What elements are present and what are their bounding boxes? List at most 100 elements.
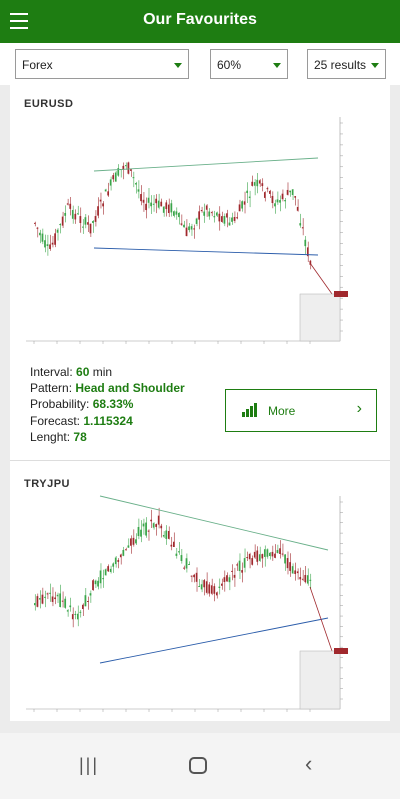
candle-body <box>167 530 170 539</box>
candle-body <box>142 523 145 527</box>
candle-body <box>155 524 158 527</box>
candle-body <box>157 200 160 208</box>
candle-body <box>198 586 200 588</box>
candle-body <box>306 575 309 584</box>
candle-body <box>36 596 39 607</box>
candle-body <box>193 574 195 578</box>
candle-body <box>256 550 259 562</box>
back-icon[interactable]: ‹ <box>305 751 312 777</box>
home-icon[interactable] <box>189 757 207 774</box>
candle-body <box>132 177 135 179</box>
candle-body <box>210 585 213 594</box>
forecast-label: Forecast: <box>30 413 81 428</box>
favourites-list[interactable]: EURUSD Interval: 60 min Pattern: Head an… <box>10 85 390 721</box>
candle-body <box>241 201 243 209</box>
candle-body <box>64 598 67 608</box>
candle-body <box>102 578 104 580</box>
candle-body <box>188 563 190 565</box>
candle-body <box>178 551 180 553</box>
candle-body <box>276 549 279 553</box>
candle-body <box>140 529 142 537</box>
candle-body <box>173 541 175 548</box>
candle-body <box>59 593 61 607</box>
candle-body <box>44 596 46 598</box>
candle-body <box>124 549 127 551</box>
candle-body <box>210 212 213 214</box>
candle-body <box>243 201 246 205</box>
candle-body <box>34 603 36 606</box>
candle-body <box>147 197 150 203</box>
candle-body <box>162 206 165 213</box>
signal-bars-icon <box>242 403 258 417</box>
probability-select[interactable]: 60% <box>210 49 288 79</box>
more-button[interactable]: More › <box>225 389 377 432</box>
candle-body <box>261 554 264 559</box>
candle-body <box>251 181 254 186</box>
candle-body <box>152 523 155 528</box>
candle-body <box>226 575 228 582</box>
candle-body <box>301 578 304 580</box>
candle-body <box>238 204 241 212</box>
candle-body <box>203 211 206 216</box>
candle-body <box>145 522 147 536</box>
candle-body <box>266 188 269 190</box>
candle-body <box>185 558 188 569</box>
candle-body <box>117 560 120 562</box>
candle-body <box>71 614 74 620</box>
candle-body <box>61 600 64 602</box>
recents-icon[interactable]: ||| <box>79 755 99 776</box>
candle-body <box>258 554 261 561</box>
candle-body <box>208 584 211 594</box>
candle-body <box>276 199 279 203</box>
candlestick-chart <box>20 113 362 353</box>
candle-body <box>274 553 276 558</box>
candle-body <box>167 204 170 214</box>
candle-body <box>87 600 89 602</box>
candle-body <box>82 226 84 228</box>
probability-value: 68.33% <box>92 397 134 412</box>
candle-body <box>301 227 304 229</box>
candle-body <box>213 216 216 218</box>
candle-body <box>226 213 228 218</box>
market-select[interactable]: Forex <box>15 49 189 79</box>
candle-body <box>261 183 264 187</box>
candle-body <box>76 213 79 215</box>
candle-body <box>94 580 97 585</box>
candle-body <box>135 539 137 544</box>
candle-body <box>294 570 297 574</box>
candle-body <box>309 579 312 581</box>
forecast-row: Forecast: 1.115324 <box>30 413 185 429</box>
candle-body <box>49 244 51 249</box>
candlestick-chart <box>20 492 362 721</box>
candle-body <box>248 553 251 560</box>
candle-body <box>112 563 115 567</box>
candle-body <box>274 203 276 207</box>
candle-body <box>92 580 94 591</box>
pattern-label: Pattern: <box>30 381 73 396</box>
candle-body <box>56 229 59 233</box>
results-select[interactable]: 25 results <box>307 49 386 79</box>
candle-body <box>200 210 203 212</box>
candle-body <box>127 162 130 174</box>
candle-body <box>160 525 163 529</box>
candle-body <box>170 544 173 547</box>
candle-body <box>59 224 61 226</box>
chevron-right-icon: › <box>356 400 362 417</box>
results-select-value: 25 results <box>314 58 367 72</box>
candle-body <box>294 196 297 198</box>
pattern-details: Interval: 60 min Pattern: Head and Shoul… <box>30 364 185 445</box>
card-symbol: TRYJPU <box>24 478 70 490</box>
probability-select-value: 60% <box>217 58 242 72</box>
candle-body <box>64 212 67 216</box>
candle-body <box>223 216 226 224</box>
candle-body <box>46 593 49 595</box>
candle-body <box>221 583 223 586</box>
candle-body <box>135 183 137 185</box>
candle-body <box>49 592 51 594</box>
probability-label: Probability: <box>30 397 90 412</box>
candle-body <box>271 551 274 557</box>
candle-body <box>109 568 112 572</box>
candle-body <box>205 581 208 593</box>
candle-body <box>213 586 216 594</box>
candle-body <box>142 199 145 203</box>
